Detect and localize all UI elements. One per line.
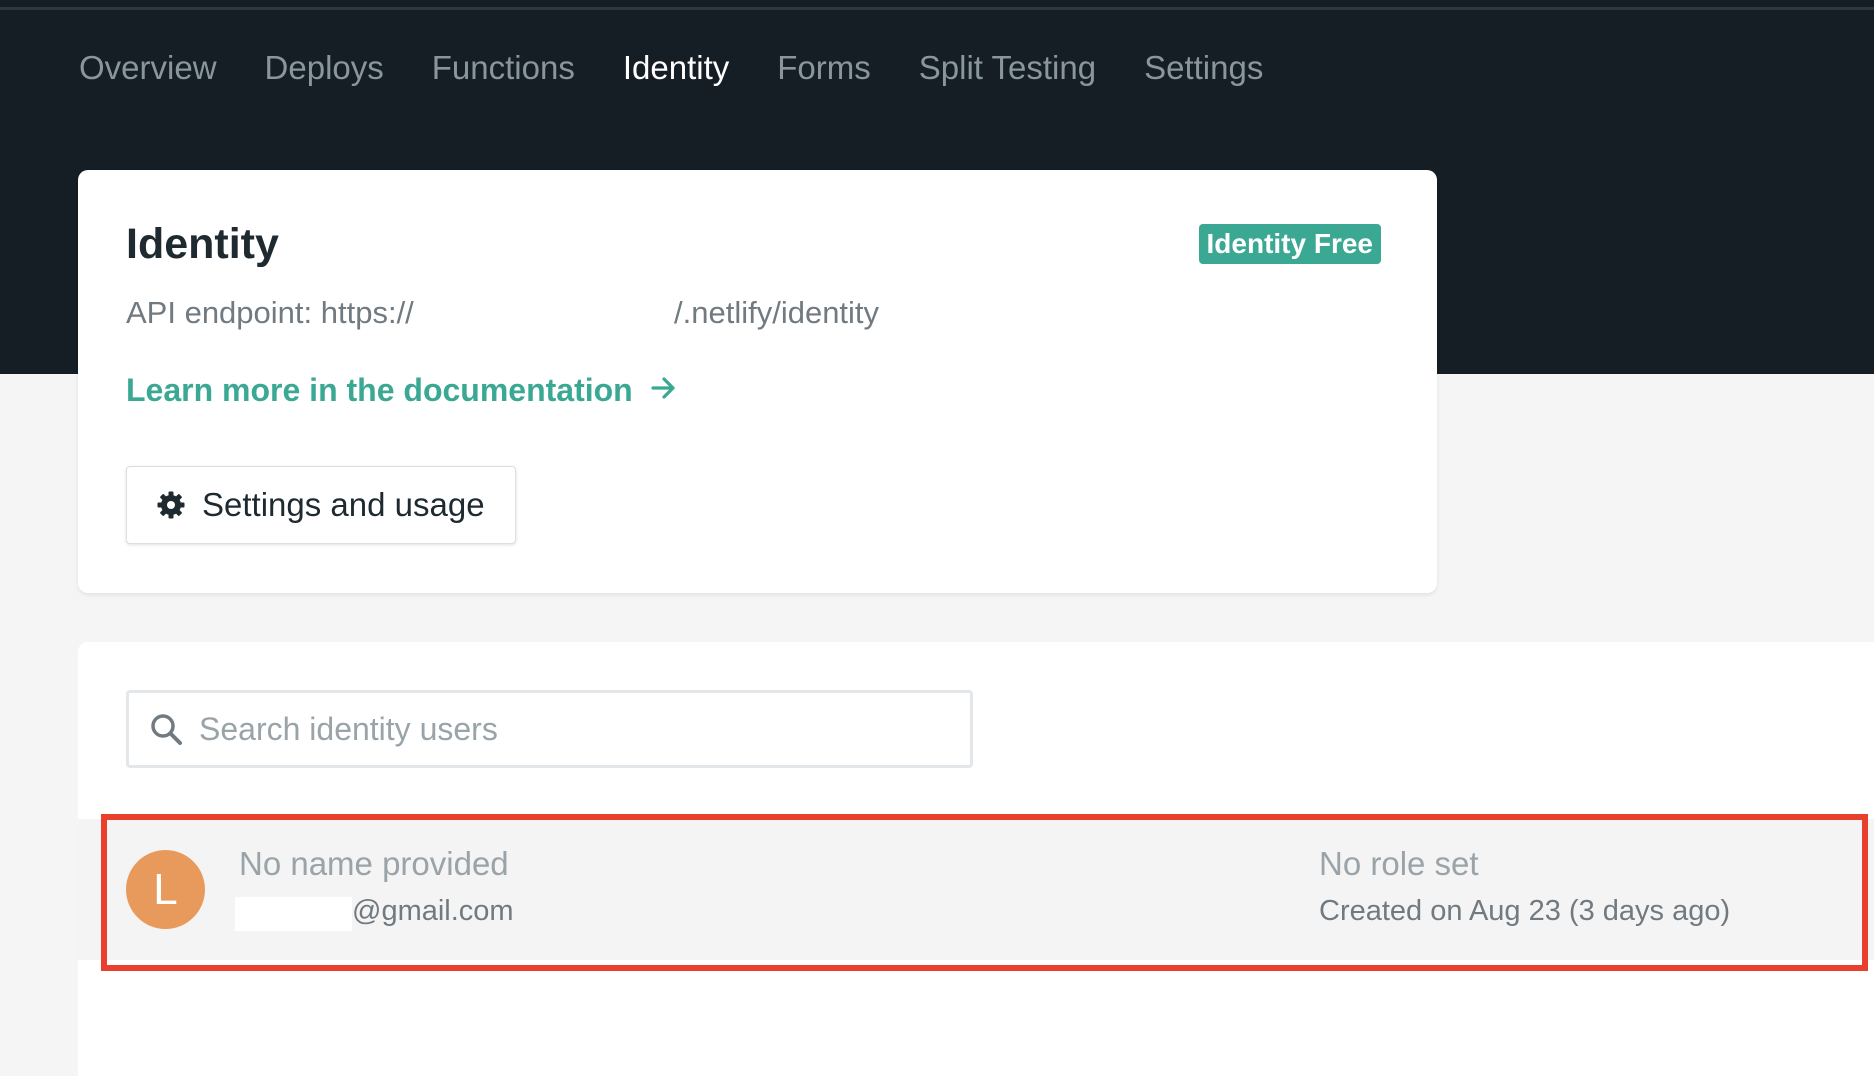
- gear-icon: [156, 490, 186, 520]
- header-divider: [0, 7, 1874, 10]
- api-endpoint-label: API endpoint: https://: [126, 295, 414, 330]
- user-name: No name provided: [239, 845, 509, 882]
- plan-badge: Identity Free: [1198, 224, 1381, 264]
- search-input[interactable]: [197, 709, 921, 749]
- arrow-right-icon: [651, 374, 677, 408]
- documentation-link-label: Learn more in the documentation: [126, 372, 633, 408]
- settings-and-usage-label: Settings and usage: [202, 486, 485, 523]
- tab-deploys[interactable]: Deploys: [265, 49, 384, 87]
- user-role: No role set: [1319, 845, 1479, 882]
- documentation-link[interactable]: Learn more in the documentation: [126, 372, 677, 409]
- table-row[interactable]: L No name provided @gmail.com No role se…: [78, 819, 1874, 960]
- search-icon: [149, 712, 183, 746]
- api-endpoint-path: /.netlify/identity: [674, 295, 880, 330]
- identity-card: Identity Identity Free API endpoint: htt…: [78, 170, 1437, 593]
- tab-identity[interactable]: Identity: [623, 49, 729, 87]
- user-search[interactable]: [126, 690, 973, 768]
- user-email: @gmail.com: [352, 895, 514, 927]
- tab-split-testing[interactable]: Split Testing: [919, 49, 1096, 87]
- redacted-email-block: [235, 897, 352, 931]
- user-created-date: Created on Aug 23 (3 days ago): [1319, 895, 1731, 927]
- tab-functions[interactable]: Functions: [432, 49, 575, 87]
- tab-overview[interactable]: Overview: [79, 49, 217, 87]
- site-nav: Overview Deploys Functions Identity Form…: [79, 44, 1311, 92]
- page-title: Identity: [126, 220, 279, 268]
- tab-forms[interactable]: Forms: [777, 49, 871, 87]
- settings-and-usage-button[interactable]: Settings and usage: [126, 466, 516, 544]
- tab-settings[interactable]: Settings: [1144, 49, 1263, 87]
- avatar: L: [126, 850, 205, 929]
